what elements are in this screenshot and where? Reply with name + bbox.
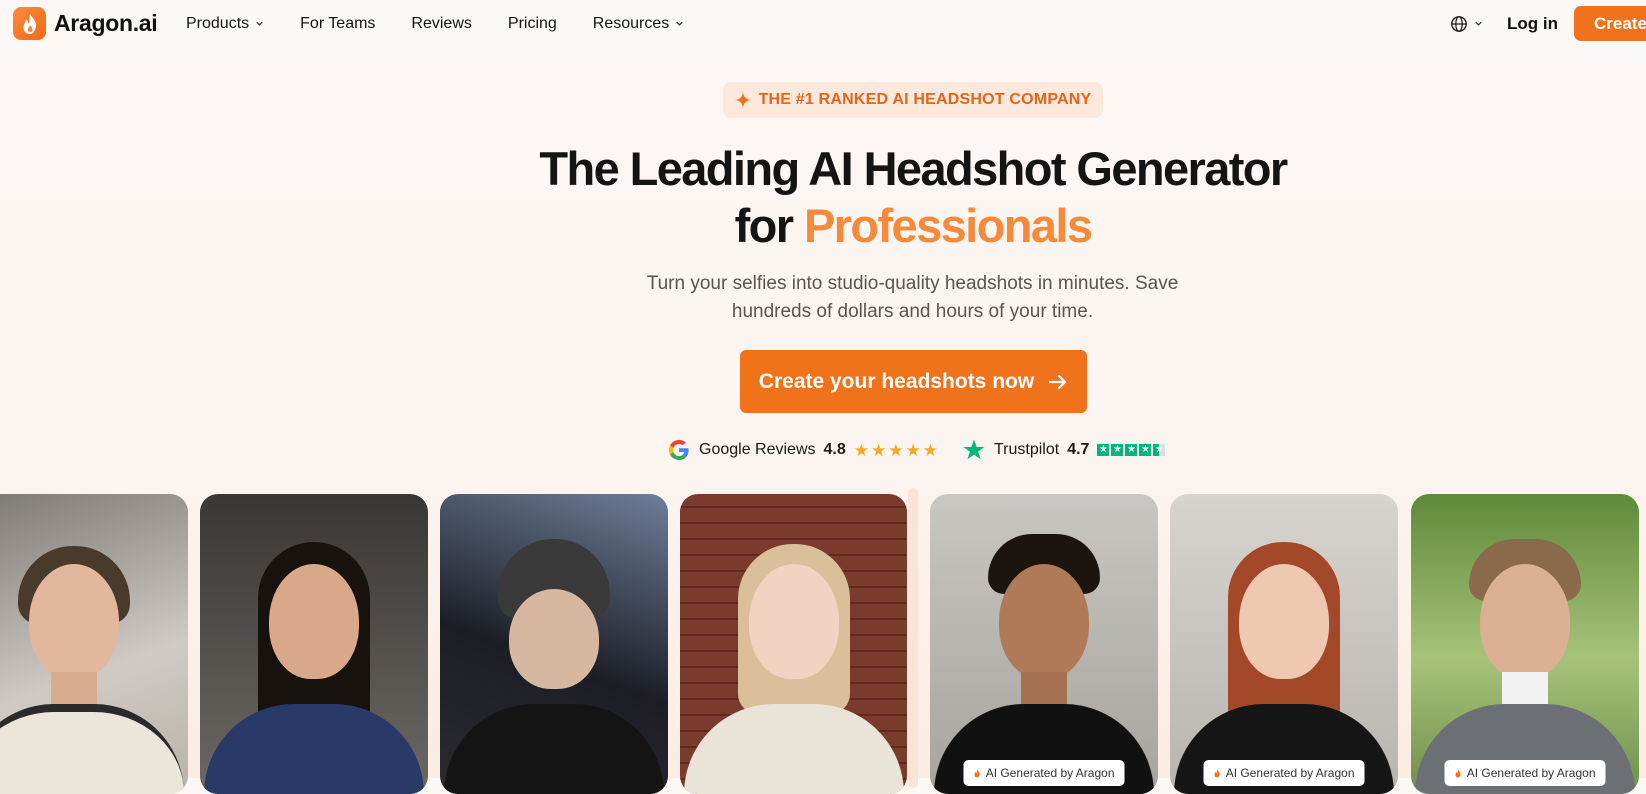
ai-generated-tag: AI Generated by Aragon — [1444, 760, 1606, 786]
tp-star-icon: ★ — [1097, 444, 1110, 456]
star-icon: ★ — [905, 440, 921, 460]
chevron-down-icon — [256, 21, 263, 26]
selfie-photo — [0, 494, 188, 794]
trustpilot-star-icon — [963, 439, 985, 460]
star-icon: ★ — [888, 440, 904, 460]
nav-item-products[interactable]: Products — [186, 15, 264, 33]
globe-icon — [1451, 15, 1467, 32]
ratings-row: Google Reviews 4.8 ★ ★ ★ ★ ★ Trustpilot … — [667, 436, 1166, 464]
google-stars: ★ ★ ★ ★ ★ — [854, 442, 938, 459]
nav-item-resources[interactable]: Resources — [593, 15, 684, 33]
ai-generated-tag: AI Generated by Aragon — [963, 760, 1125, 786]
star-icon: ★ — [922, 440, 938, 460]
hero-title-accent: Professionals — [803, 199, 1093, 252]
chevron-down-icon — [676, 21, 683, 26]
ai-headshot-photo: AI Generated by Aragon — [1411, 494, 1639, 794]
trustpilot-rating[interactable]: Trustpilot 4.7 ★ ★ ★ ★ ★ — [962, 438, 1166, 462]
flame-logo-icon — [13, 7, 46, 40]
nav-links: Products For Teams Reviews Pricing Resou… — [186, 0, 720, 47]
selfie-photo — [440, 494, 668, 794]
trustpilot-stars: ★ ★ ★ ★ ★ — [1097, 444, 1166, 456]
arrow-right-icon — [1049, 374, 1067, 389]
star-icon: ★ — [853, 440, 869, 460]
language-selector[interactable] — [1450, 15, 1483, 33]
create-headshots-button[interactable]: Create your headshots now — [740, 350, 1087, 413]
tp-star-icon: ★ — [1125, 444, 1138, 456]
sparkle-icon — [734, 92, 751, 108]
logo-text: Aragon.ai — [54, 10, 158, 36]
ai-headshot-photo: AI Generated by Aragon — [930, 494, 1158, 794]
ranked-badge: THE #1 RANKED AI HEADSHOT COMPANY — [723, 82, 1103, 118]
nav-right: Log in Create — [1450, 0, 1646, 47]
top-navbar: Aragon.ai Products For Teams Reviews Pri… — [0, 0, 1646, 47]
nav-item-for-teams[interactable]: For Teams — [300, 15, 375, 33]
selfie-photo — [680, 494, 907, 794]
logo[interactable]: Aragon.ai — [13, 7, 158, 40]
google-icon — [668, 439, 689, 461]
chevron-down-icon — [1475, 21, 1482, 26]
nav-item-pricing[interactable]: Pricing — [508, 15, 557, 33]
hero-subtitle: Turn your selfies into studio-quality he… — [646, 273, 1179, 322]
google-rating[interactable]: Google Reviews 4.8 ★ ★ ★ ★ ★ — [667, 438, 938, 462]
tp-star-icon: ★ — [1139, 444, 1152, 456]
nav-item-reviews[interactable]: Reviews — [411, 15, 471, 33]
star-icon: ★ — [871, 440, 887, 460]
login-link[interactable]: Log in — [1507, 14, 1558, 34]
ai-generated-tag: AI Generated by Aragon — [1203, 760, 1365, 786]
hero-title: The Leading AI Headshot Generator for Pr… — [539, 142, 1288, 252]
ai-headshot-photo: AI Generated by Aragon — [1170, 494, 1398, 794]
before-after-divider — [908, 488, 918, 788]
tp-star-half-icon: ★ — [1153, 444, 1166, 456]
tp-star-icon: ★ — [1111, 444, 1124, 456]
create-button[interactable]: Create — [1574, 6, 1646, 41]
selfie-photo — [200, 494, 428, 794]
